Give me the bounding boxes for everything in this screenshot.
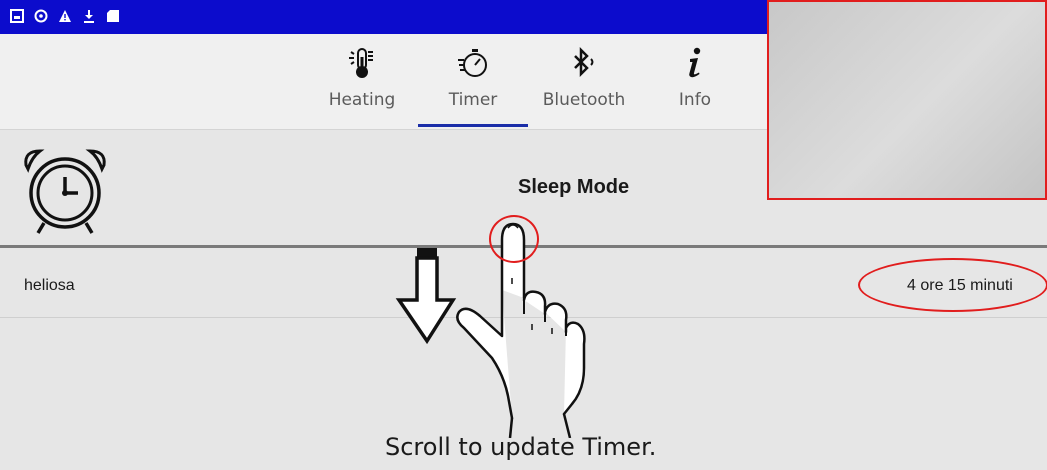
- sync-icon: [34, 9, 48, 23]
- tab-info-label: Info: [678, 90, 712, 110]
- tab-info[interactable]: Info: [640, 34, 750, 130]
- tab-timer[interactable]: Timer: [418, 34, 528, 130]
- selected-tab-indicator: [418, 124, 528, 127]
- tab-bluetooth-label: Bluetooth: [542, 90, 626, 110]
- touch-point-highlight: [489, 215, 539, 263]
- tab-heating[interactable]: Heating: [307, 34, 417, 130]
- bluetooth-icon: [574, 46, 594, 78]
- sd-card-icon: [107, 10, 119, 22]
- alarm-clock-icon: [24, 149, 106, 234]
- timer-value-highlight: [858, 258, 1047, 312]
- tab-heating-label: Heating: [328, 90, 396, 110]
- device-name: heliosa: [24, 277, 75, 294]
- thermometer-icon: [349, 48, 373, 78]
- image-icon: [10, 9, 24, 23]
- scroll-hint: Scroll to update Timer.: [385, 433, 657, 461]
- tab-bluetooth[interactable]: Bluetooth: [529, 34, 639, 130]
- warning-icon: [59, 10, 71, 22]
- info-icon: [689, 47, 701, 78]
- stopwatch-icon: [458, 49, 487, 77]
- overlay-panel: [767, 0, 1047, 200]
- download-icon: [84, 10, 94, 23]
- status-icons: [10, 9, 120, 23]
- scroll-down-arrow-icon: [395, 248, 457, 345]
- tab-timer-label: Timer: [448, 90, 498, 110]
- section-title: Sleep Mode: [518, 176, 630, 198]
